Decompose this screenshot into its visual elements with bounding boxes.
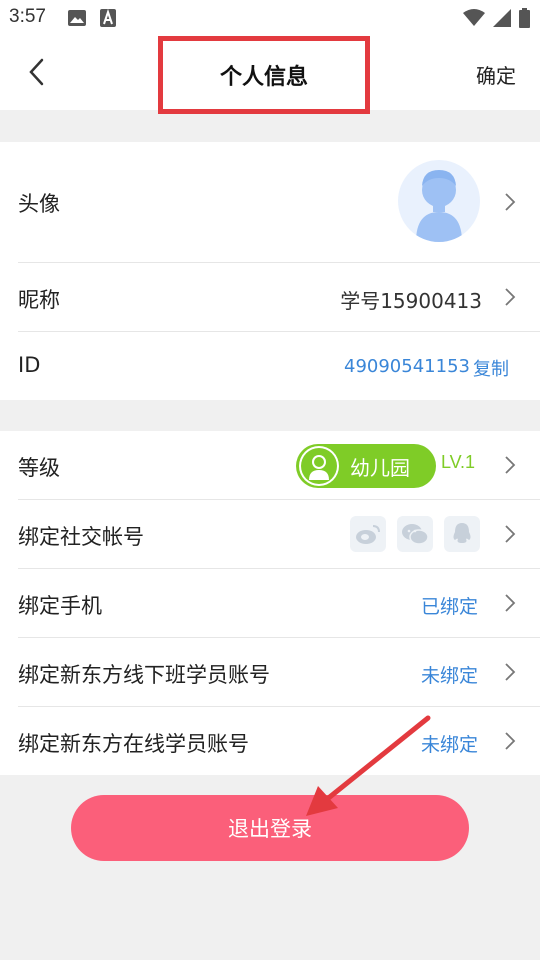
chevron-right-icon xyxy=(504,524,516,544)
offline-account-row[interactable]: 绑定新东方线下班学员账号 未绑定 xyxy=(0,638,540,706)
qq-icon[interactable] xyxy=(444,516,480,552)
battery-icon xyxy=(519,8,530,32)
avatar-label: 头像 xyxy=(18,192,60,216)
nickname-label: 昵称 xyxy=(18,288,60,312)
a-notification-icon xyxy=(100,8,116,31)
chevron-left-icon xyxy=(28,58,44,90)
offline-account-status: 未绑定 xyxy=(421,665,479,687)
id-row: ID 49090541153 复制 xyxy=(0,332,540,400)
chevron-right-icon xyxy=(504,455,516,475)
id-value: 49090541153 xyxy=(344,356,470,377)
level-row[interactable]: 等级 幼儿园 LV.1 xyxy=(0,431,540,499)
social-row[interactable]: 绑定社交帐号 xyxy=(0,500,540,568)
chevron-right-icon xyxy=(504,287,516,307)
account-card: 等级 幼儿园 LV.1 绑定社交帐号 绑定手机 已绑定 绑定新东方线下班学员账号… xyxy=(0,431,540,775)
status-time: 3:57 xyxy=(9,6,46,27)
avatar[interactable] xyxy=(398,160,480,242)
navbar: 个人信息 确定 xyxy=(0,36,540,114)
phone-row[interactable]: 绑定手机 已绑定 xyxy=(0,569,540,637)
back-button[interactable] xyxy=(14,54,58,94)
online-account-status: 未绑定 xyxy=(421,734,479,756)
wechat-icon[interactable] xyxy=(397,516,433,552)
level-value: LV.1 xyxy=(441,452,476,472)
id-label: ID xyxy=(18,353,41,377)
chevron-right-icon xyxy=(504,731,516,751)
online-account-row[interactable]: 绑定新东方在线学员账号 未绑定 xyxy=(0,707,540,775)
nickname-value: 学号15900413 xyxy=(340,289,482,313)
offline-account-label: 绑定新东方线下班学员账号 xyxy=(18,663,270,687)
chevron-right-icon xyxy=(504,192,516,212)
signal-icon xyxy=(493,9,511,31)
logout-button[interactable]: 退出登录 xyxy=(71,795,469,861)
level-badge-text: 幼儿园 xyxy=(350,456,410,480)
online-account-label: 绑定新东方在线学员账号 xyxy=(18,732,249,756)
wifi-icon xyxy=(463,9,485,31)
chevron-right-icon xyxy=(504,662,516,682)
chevron-right-icon xyxy=(504,593,516,613)
avatar-row[interactable]: 头像 xyxy=(0,142,540,262)
nickname-row[interactable]: 昵称 学号15900413 xyxy=(0,263,540,331)
page-title: 个人信息 xyxy=(158,36,370,114)
phone-status: 已绑定 xyxy=(421,596,479,618)
level-badge: 幼儿园 xyxy=(296,444,436,488)
phone-label: 绑定手机 xyxy=(18,594,102,618)
weibo-icon[interactable] xyxy=(350,516,386,552)
kindergarten-avatar-icon xyxy=(299,446,339,486)
level-label: 等级 xyxy=(18,456,60,480)
image-icon xyxy=(68,9,86,31)
status-bar: 3:57 xyxy=(0,0,540,36)
profile-card: 头像 昵称 学号15900413 ID 49090541153 复制 xyxy=(0,142,540,400)
confirm-button[interactable]: 确定 xyxy=(476,60,516,89)
social-label: 绑定社交帐号 xyxy=(18,525,144,549)
copy-button[interactable]: 复制 xyxy=(473,355,509,381)
